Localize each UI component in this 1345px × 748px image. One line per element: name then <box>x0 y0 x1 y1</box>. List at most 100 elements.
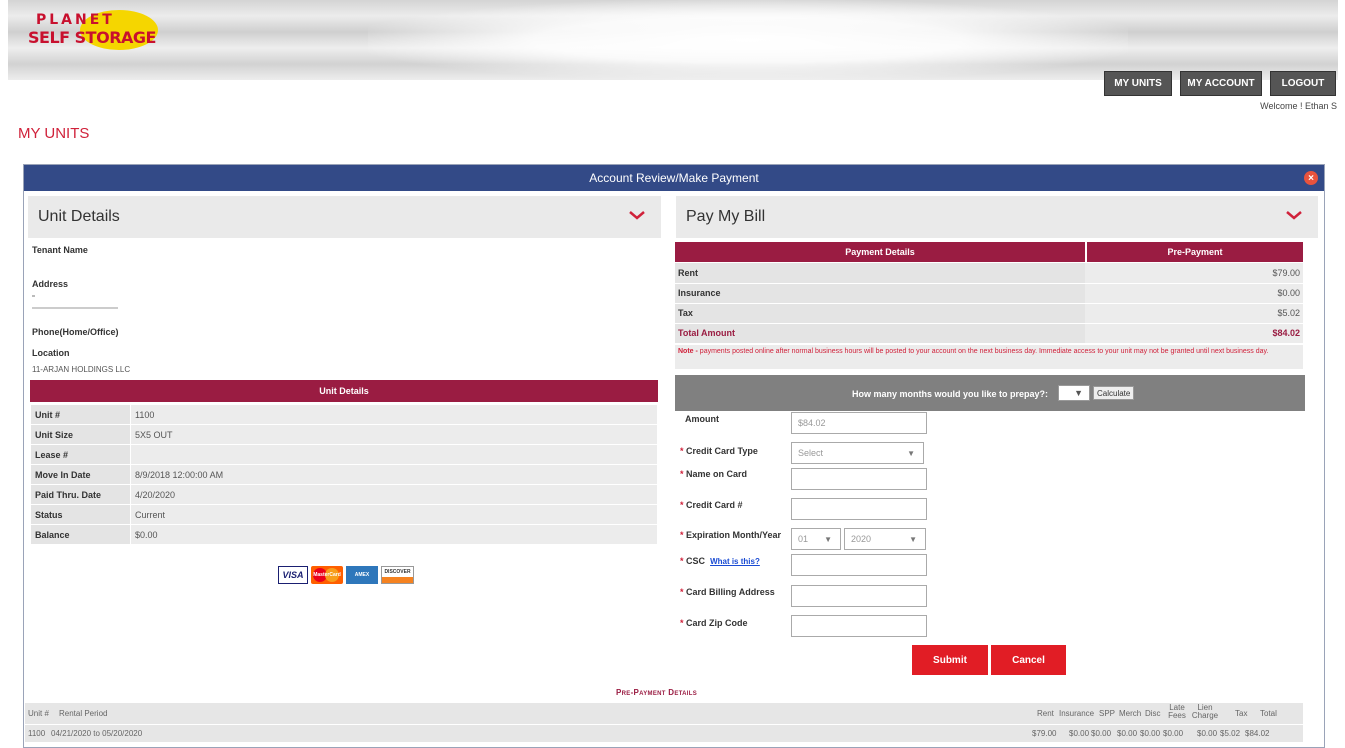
close-icon[interactable]: × <box>1304 171 1318 185</box>
payment-details-header: Payment Details <box>675 242 1085 262</box>
location-label: Location <box>32 348 70 358</box>
table-row: Rent $79.00 <box>675 263 1303 284</box>
col-header: Late Fees <box>1168 703 1186 720</box>
discover-logo: DISCOVER <box>381 566 414 584</box>
name-on-card-label: * Name on Card <box>680 469 748 479</box>
chevron-down-icon[interactable] <box>627 207 647 223</box>
nav-my-account-button[interactable]: MY ACCOUNT <box>1180 71 1262 96</box>
prepayment-details-title: Pre-Payment Details <box>616 688 698 697</box>
billing-address-input[interactable] <box>791 585 927 607</box>
col-header: Unit # <box>28 709 49 718</box>
cancel-button[interactable]: Cancel <box>991 645 1066 675</box>
logo-line2: SELF STORAGE <box>28 28 156 47</box>
col-header: Tax <box>1235 709 1248 718</box>
phone-label: Phone(Home/Office) <box>32 327 119 337</box>
location-value: 11-ARJAN HOLDINGS LLC <box>32 365 131 374</box>
address-line2 <box>32 307 118 309</box>
address-line1 <box>32 295 35 297</box>
col-header: Merch <box>1119 709 1142 718</box>
payment-note: Note - payments posted online after norm… <box>675 345 1303 369</box>
table-row: Paid Thru. Date 4/20/2020 <box>30 484 658 505</box>
cell: $0.00 <box>1197 729 1218 738</box>
table-row: Tax $5.02 <box>675 303 1303 324</box>
amount-field[interactable]: $84.02 <box>791 412 927 434</box>
exp-year-select[interactable]: 2020 ▼ <box>844 528 926 550</box>
table-row: Move In Date 8/9/2018 12:00:00 AM <box>30 464 658 485</box>
pay-my-bill-header[interactable]: Pay My Bill <box>676 196 1318 238</box>
row-label: Total Amount <box>675 323 1085 344</box>
csc-label: * CSC What is this? <box>680 556 760 566</box>
expiration-label: * Expiration Month/Year <box>680 530 782 540</box>
amount-label: Amount <box>685 414 719 424</box>
prepay-months-select[interactable]: ▼ <box>1058 385 1090 401</box>
chevron-down-icon: ▼ <box>909 534 917 544</box>
unit-details-title: Unit Details <box>38 208 120 225</box>
row-value: 4/20/2020 <box>130 484 658 505</box>
row-value: $0.00 <box>130 524 658 545</box>
table-row: 1100 04/21/2020 to 05/20/2020 $79.00 $0.… <box>25 725 1303 743</box>
row-value: $0.00 <box>1085 283 1303 304</box>
chevron-down-icon[interactable] <box>1284 207 1304 223</box>
cell: $5.02 <box>1220 729 1241 738</box>
mastercard-logo: MasterCard <box>311 566 343 584</box>
submit-button[interactable]: Submit <box>912 645 988 675</box>
row-label: Lease # <box>30 444 131 465</box>
col-header: Disc <box>1145 709 1161 718</box>
note-prefix: Note - <box>678 348 698 355</box>
prepay-question: How many months would you like to prepay… <box>852 389 1049 399</box>
col-header: Total <box>1260 709 1277 718</box>
welcome-text: Welcome ! Ethan S <box>1260 101 1337 111</box>
col-header: SPP <box>1099 709 1116 718</box>
card-number-label: * Credit Card # <box>680 500 743 510</box>
cell: $0.00 <box>1117 729 1138 738</box>
cell: 04/21/2020 to 05/20/2020 <box>51 729 143 738</box>
calculate-button[interactable]: Calculate <box>1093 386 1135 400</box>
credit-card-logos: VISA MasterCard AMEX DISCOVER <box>278 564 414 586</box>
billing-address-label: * Card Billing Address <box>680 587 775 597</box>
csc-input[interactable] <box>791 554 927 576</box>
cell: $84.02 <box>1245 729 1270 738</box>
row-value: $84.02 <box>1085 323 1303 344</box>
logo[interactable]: PLANET SELF STORAGE <box>28 8 158 58</box>
modal-header: Account Review/Make Payment × <box>24 165 1324 191</box>
nav-my-units-button[interactable]: MY UNITS <box>1104 71 1172 96</box>
row-label: Insurance <box>675 283 1085 304</box>
row-value: 1100 <box>130 404 658 425</box>
card-type-select[interactable]: Select ▼ <box>791 442 924 464</box>
row-value: $79.00 <box>1085 263 1303 284</box>
note-text: payments posted online after normal busi… <box>699 348 1269 355</box>
unit-details-header[interactable]: Unit Details <box>28 196 661 238</box>
table-row: Unit #1100 <box>30 404 658 425</box>
visa-logo: VISA <box>278 566 308 584</box>
table-row: Status Current <box>30 504 658 525</box>
cell: $0.00 <box>1069 729 1090 738</box>
zip-code-input[interactable] <box>791 615 927 637</box>
name-on-card-input[interactable] <box>791 468 927 490</box>
row-value: 8/9/2018 12:00:00 AM <box>130 464 658 485</box>
row-value: $5.02 <box>1085 303 1303 324</box>
row-label: Paid Thru. Date <box>30 484 131 505</box>
nav-logout-button[interactable]: LOGOUT <box>1270 71 1336 96</box>
chevron-down-icon: ▼ <box>907 448 915 458</box>
row-label: Tax <box>675 303 1085 324</box>
cell: 1100 <box>28 729 46 738</box>
table-row: Unit Size 5X5 OUT <box>30 424 658 445</box>
what-is-this-link[interactable]: What is this? <box>710 557 760 566</box>
cell: $0.00 <box>1163 729 1184 738</box>
col-header: Rent <box>1037 709 1054 718</box>
page-title: MY UNITS <box>18 125 90 142</box>
header-banner <box>8 0 1338 80</box>
col-header: Lien Charge <box>1191 703 1219 720</box>
row-label: Unit # <box>30 404 131 425</box>
unit-details-table: Unit #1100 Unit Size 5X5 OUT Lease # Move… <box>30 404 658 545</box>
logo-line1: PLANET <box>36 12 115 28</box>
row-label: Status <box>30 504 131 525</box>
pay-my-bill-title: Pay My Bill <box>686 208 766 225</box>
table-row: Lease # <box>30 444 658 465</box>
payment-modal: Account Review/Make Payment × Unit Detai… <box>23 164 1325 748</box>
cell: $79.00 <box>1032 729 1057 738</box>
card-number-input[interactable] <box>791 498 927 520</box>
row-label: Balance <box>30 524 131 545</box>
address-label: Address <box>32 279 69 289</box>
exp-month-select[interactable]: 01 ▼ <box>791 528 841 550</box>
